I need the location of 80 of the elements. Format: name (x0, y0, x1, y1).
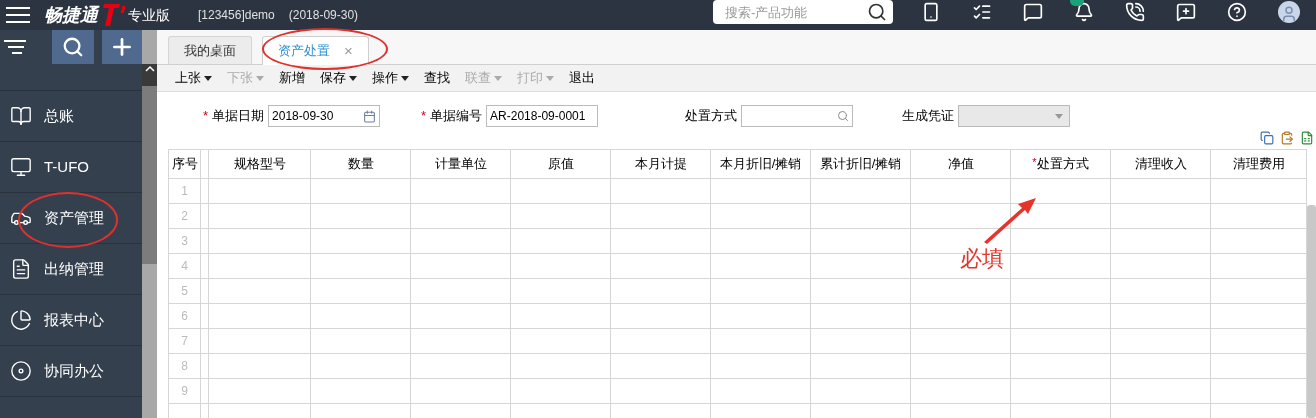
copy-icon[interactable] (1260, 131, 1274, 145)
search-field[interactable]: 搜索-产品功能 (713, 0, 893, 24)
sidebar-label: 总账 (44, 105, 74, 126)
pie-chart-icon (10, 309, 32, 331)
checklist-icon[interactable] (972, 2, 992, 22)
column-header: 规格型号 (208, 149, 311, 179)
spreadsheet-icon[interactable] (1300, 131, 1314, 145)
column-header: 净值 (910, 149, 1011, 179)
lookup-field[interactable] (741, 105, 853, 127)
row-number: 3 (168, 228, 201, 254)
arrow-icon (982, 196, 1038, 244)
phone-icon[interactable] (921, 2, 941, 22)
column-header: 清理收入 (1110, 149, 1211, 179)
search-icon[interactable] (867, 2, 887, 22)
column-header: *处置方式 (1010, 149, 1111, 179)
row-number: 8 (168, 353, 201, 379)
disc-icon (10, 360, 32, 382)
logo-mark-icon (100, 4, 126, 26)
monitor-icon (10, 156, 32, 178)
toolbar-button[interactable]: 操作 (372, 68, 409, 88)
caret-icon (1055, 113, 1063, 119)
scrollbar-thumb[interactable] (142, 86, 157, 264)
column-header: 本月折旧/摊销 (710, 149, 811, 179)
text-field[interactable]: AR-2018-09-0001 (486, 105, 599, 127)
field-label: 单据日期 (212, 107, 265, 126)
required-mark: * (203, 107, 209, 126)
column-header: 计量单位 (410, 149, 511, 179)
row-number: 7 (168, 328, 201, 354)
toolbar-button[interactable]: 新增 (279, 68, 305, 88)
column-header: 本月计提 (610, 149, 711, 179)
account-label: [123456]demo (198, 7, 275, 24)
column-header: 原值 (510, 149, 611, 179)
field-label: 处置方式 (685, 107, 737, 126)
field-label: 生成凭证 (902, 107, 954, 126)
bell-icon[interactable] (1074, 2, 1094, 22)
column-header: 数量 (310, 149, 411, 179)
chat-plus-icon[interactable] (1176, 2, 1196, 22)
help-icon[interactable] (1227, 2, 1247, 22)
row-number: 5 (168, 278, 201, 304)
scrollbar-thumb[interactable] (1307, 205, 1316, 418)
calendar-icon[interactable] (363, 109, 377, 123)
paste-icon[interactable] (1280, 131, 1294, 145)
column-header: 累计折旧/摊销 (810, 149, 911, 179)
tab[interactable]: 我的桌面 (168, 36, 252, 64)
tab[interactable]: 资产处置 × (262, 36, 369, 65)
scroll-up-icon[interactable] (142, 64, 157, 86)
sidebar-label: T-UFO (44, 156, 89, 177)
toolbar-button[interactable]: 退出 (569, 68, 595, 88)
field-label: 单据编号 (430, 107, 483, 126)
row-number: 4 (168, 253, 201, 279)
search-icon (62, 36, 85, 58)
notebook-icon (10, 105, 32, 127)
add-button[interactable] (102, 30, 142, 64)
row-number: 6 (168, 303, 201, 329)
phone-call-icon[interactable] (1125, 2, 1145, 22)
logo-text: 畅捷通 (44, 3, 98, 27)
column-header: 清理费用 (1210, 149, 1307, 179)
required-mark: * (421, 107, 427, 126)
sidebar-label: 资产管理 (44, 207, 104, 228)
toolbar-button[interactable]: 保存 (320, 68, 357, 88)
row-number: 9 (168, 378, 201, 404)
row-number: 1 (168, 178, 201, 204)
sidebar-label: 报表中心 (44, 309, 104, 330)
date-label: (2018-09-30) (288, 7, 359, 24)
search-button[interactable] (52, 30, 95, 64)
annotation-text: 必填 (960, 245, 1004, 273)
menu-icon[interactable] (6, 7, 30, 23)
field-value: 2018-09-30 (272, 108, 335, 125)
column-header: 序号 (168, 149, 201, 179)
date-field[interactable]: 2018-09-30 (268, 105, 381, 127)
toolbar-button[interactable]: 上张 (175, 68, 212, 88)
chat-icon[interactable] (1023, 2, 1043, 22)
sidebar-label: 出纳管理 (44, 258, 104, 279)
document-icon (10, 258, 32, 280)
row-number: 2 (168, 203, 201, 229)
edition-label: 专业版 (128, 5, 170, 25)
required-mark: * (1032, 156, 1037, 169)
sidebar-label: 协同办公 (44, 360, 104, 381)
toolbar-button[interactable]: 查找 (424, 68, 450, 88)
avatar-icon[interactable] (1278, 1, 1300, 23)
